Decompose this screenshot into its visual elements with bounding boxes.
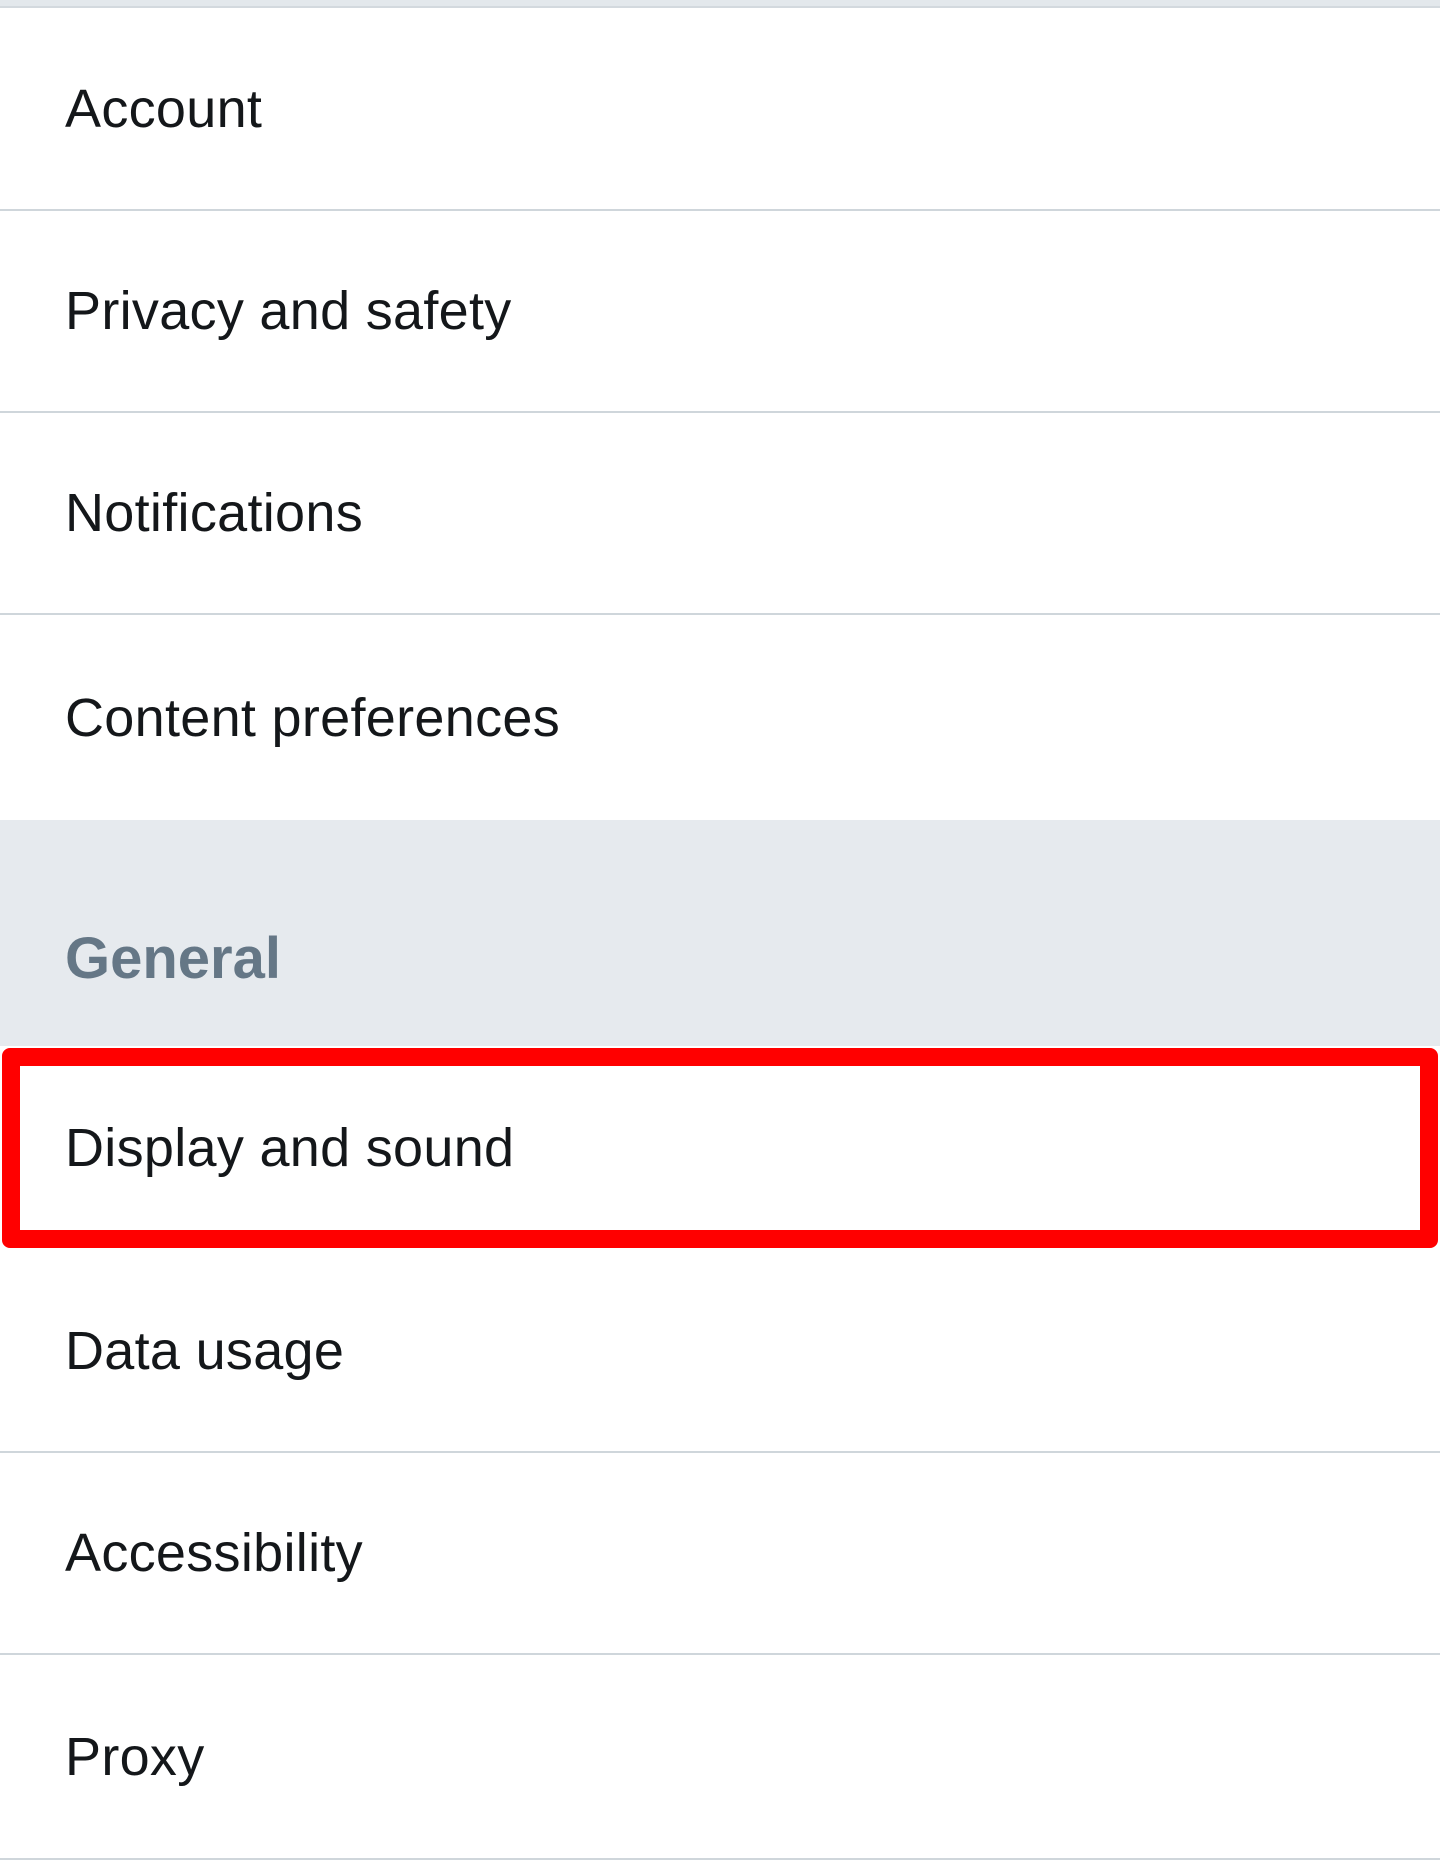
settings-item-label: Display and sound bbox=[65, 1118, 515, 1178]
settings-item-label: Content preferences bbox=[65, 687, 560, 748]
top-divider bbox=[0, 0, 1440, 8]
settings-item-data-usage[interactable]: Data usage bbox=[0, 1250, 1440, 1453]
settings-item-label: Accessibility bbox=[65, 1523, 363, 1583]
settings-item-label: Data usage bbox=[65, 1320, 345, 1381]
settings-item-label: Account bbox=[65, 78, 263, 139]
settings-item-label: Proxy bbox=[65, 1726, 205, 1787]
settings-item-display-and-sound[interactable]: Display and sound bbox=[0, 1046, 1440, 1250]
settings-item-notifications[interactable]: Notifications bbox=[0, 413, 1440, 615]
settings-item-accessibility[interactable]: Accessibility bbox=[0, 1453, 1440, 1655]
settings-item-label: Privacy and safety bbox=[65, 281, 512, 341]
settings-item-privacy-and-safety[interactable]: Privacy and safety bbox=[0, 211, 1440, 413]
settings-item-label: Notifications bbox=[65, 483, 364, 543]
settings-item-content-preferences[interactable]: Content preferences bbox=[0, 615, 1440, 820]
section-header-general: General bbox=[0, 820, 1440, 1046]
settings-item-proxy[interactable]: Proxy bbox=[0, 1655, 1440, 1860]
section-header-label: General bbox=[65, 926, 281, 991]
settings-item-account[interactable]: Account bbox=[0, 8, 1440, 211]
